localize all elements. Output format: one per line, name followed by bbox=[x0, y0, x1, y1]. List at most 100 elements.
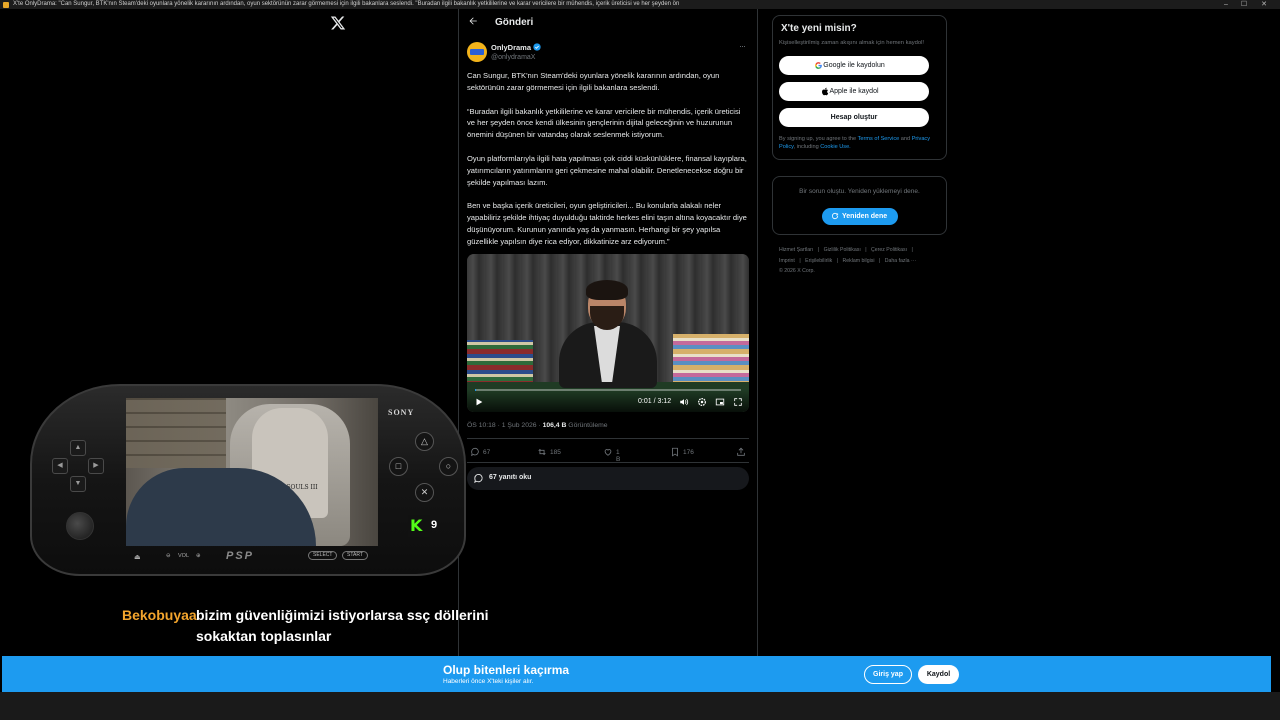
read-replies-button[interactable]: 67 yanıtı oku bbox=[467, 467, 749, 490]
footer-link-ads-info[interactable]: Reklam bilgisi bbox=[842, 258, 874, 264]
psp-logo: PSP bbox=[226, 550, 255, 562]
picture-in-picture-icon[interactable] bbox=[715, 397, 725, 407]
retry-label: Yeniden dene bbox=[842, 213, 888, 220]
footer-link-imprint[interactable]: Imprint bbox=[779, 258, 795, 264]
google-icon bbox=[815, 62, 822, 69]
terms-of-service-link[interactable]: Terms of Service bbox=[858, 136, 900, 142]
footer-links: Hizmet Şartları | Gizlilik Politikası | … bbox=[779, 245, 944, 277]
verified-badge-icon bbox=[533, 43, 541, 51]
signup-title: X'te yeni misin? bbox=[781, 23, 857, 34]
dpad-left-icon: ◀ bbox=[52, 458, 68, 474]
dpad-up-icon: ▲ bbox=[70, 440, 86, 456]
terms-including: , including bbox=[793, 143, 821, 150]
back-arrow-icon[interactable] bbox=[468, 16, 478, 26]
minimize-button[interactable]: – bbox=[1217, 0, 1235, 9]
footer-link-accessibility[interactable]: Erişilebilirlik bbox=[805, 258, 832, 264]
chat-username: Bekobuyaa bbox=[122, 607, 197, 623]
footer-copyright: © 2026 X Corp. bbox=[779, 268, 815, 274]
reply-count: 67 bbox=[483, 449, 491, 456]
more-options-icon[interactable]: ··· bbox=[739, 41, 746, 51]
footer-link-more[interactable]: Daha fazla ··· bbox=[885, 258, 916, 264]
volume-icon[interactable] bbox=[679, 397, 689, 407]
read-replies-label: 67 yanıtı oku bbox=[489, 474, 532, 481]
apple-signup-button[interactable]: Apple ile kaydol bbox=[779, 82, 929, 101]
chat-message-line: bizim güvenliğimizi istiyorlarsa ssç döl… bbox=[196, 607, 489, 623]
apple-signup-label: Apple ile kaydol bbox=[829, 88, 879, 95]
page-title: Gönderi bbox=[495, 17, 534, 28]
circle-button-icon: ○ bbox=[439, 457, 458, 476]
maximize-button[interactable]: ☐ bbox=[1235, 0, 1253, 9]
footer-separator: | bbox=[878, 257, 881, 264]
view-label: Görüntüleme bbox=[566, 422, 608, 429]
psp-webcam-overlay: DARK SOULS III SONY ▲ ◀ ▶ ▼ △ □ ○ ✕ K 9 … bbox=[30, 384, 466, 576]
signup-button[interactable]: Kaydol bbox=[918, 665, 959, 684]
chat-message-line: sokaktan toplasınlar bbox=[196, 628, 332, 644]
app-icon bbox=[3, 2, 9, 8]
error-message: Bir sorun oluştu. Yeniden yüklemeyi dene… bbox=[799, 188, 920, 195]
square-button-icon: □ bbox=[389, 457, 408, 476]
footer-separator: | bbox=[911, 247, 913, 253]
google-signup-button[interactable]: Google ile kaydolun bbox=[779, 56, 929, 75]
bookmark-count: 176 bbox=[683, 449, 694, 456]
psp-brand: SONY bbox=[388, 408, 415, 417]
kick-logo-icon: K bbox=[408, 515, 430, 537]
footer-separator: | bbox=[865, 247, 867, 253]
volume-minus-icon: ⊖ bbox=[166, 553, 171, 559]
banner-title: Olup bitenleri kaçırma bbox=[443, 663, 570, 677]
settings-gear-icon[interactable] bbox=[697, 397, 707, 407]
apple-icon bbox=[821, 87, 829, 96]
video-progress-bar[interactable] bbox=[475, 389, 741, 391]
speech-bubble-icon bbox=[474, 473, 483, 484]
footer-link-terms[interactable]: Hizmet Şartları bbox=[779, 247, 813, 253]
share-icon bbox=[737, 447, 745, 456]
divider bbox=[467, 462, 749, 463]
retry-button[interactable]: Yeniden dene bbox=[822, 208, 898, 225]
footer-link-cookies[interactable]: Çerez Politikası bbox=[871, 247, 907, 253]
error-card bbox=[772, 176, 947, 235]
terms-prefix: By signing up, you agree to the bbox=[779, 136, 858, 142]
analog-stick-icon bbox=[66, 512, 94, 540]
cookie-use-link[interactable]: Cookie Use. bbox=[820, 144, 850, 150]
repost-count: 185 bbox=[550, 449, 561, 456]
window-titlebar: X'te OnlyDrama: "Can Sungur, BTK'nın Ste… bbox=[0, 0, 1280, 9]
tweet-text: Can Sungur, BTK'nın Steam'deki oyunlara … bbox=[467, 70, 749, 260]
reply-icon bbox=[471, 447, 479, 457]
terms-text: By signing up, you agree to the Terms of… bbox=[779, 136, 939, 151]
dpad-down-icon: ▼ bbox=[70, 476, 86, 492]
bookmark-icon bbox=[672, 447, 678, 457]
tweet-paragraph: Ben ve başka içerik üreticileri, oyun ge… bbox=[467, 201, 747, 247]
author-name[interactable]: OnlyDrama bbox=[491, 43, 531, 52]
volume-plus-icon: ⊕ bbox=[196, 553, 201, 559]
webcam-feed: DARK SOULS III bbox=[126, 398, 378, 546]
heart-icon bbox=[604, 449, 612, 456]
signup-subtitle: Kişiselleştirilmiş zaman akışını almak i… bbox=[779, 40, 924, 46]
avatar[interactable] bbox=[467, 42, 487, 62]
play-icon[interactable] bbox=[474, 397, 484, 407]
psp-bottom-bar: ⏏ ⊖ VOL ⊕ PSP SELECT START bbox=[126, 550, 378, 566]
google-signup-label: Google ile kaydolun bbox=[823, 62, 885, 69]
refresh-icon bbox=[831, 212, 839, 220]
select-button-label: SELECT bbox=[308, 551, 338, 560]
video-time: 0:01 / 3:12 bbox=[638, 398, 672, 405]
taskbar-strip bbox=[0, 692, 1280, 720]
x-logo-icon[interactable] bbox=[330, 15, 346, 31]
start-button-label: START bbox=[342, 551, 368, 560]
footer-separator: | bbox=[836, 257, 839, 264]
cross-button-icon: ✕ bbox=[415, 483, 434, 502]
footer-link-privacy[interactable]: Gizlilik Politikası bbox=[824, 247, 861, 253]
footer-separator: | bbox=[799, 257, 801, 264]
tweet-paragraph: Can Sungur, BTK'nın Steam'deki oyunlara … bbox=[467, 71, 720, 92]
repost-icon bbox=[538, 448, 546, 456]
fullscreen-icon[interactable] bbox=[733, 397, 743, 407]
window-title: X'te OnlyDrama: "Can Sungur, BTK'nın Ste… bbox=[13, 1, 680, 7]
tweet-timestamp[interactable]: ÖS 10:18 · 1 Şub 2026 · bbox=[467, 422, 543, 429]
kick-letter: K bbox=[410, 516, 423, 535]
divider bbox=[467, 438, 749, 439]
playstation-icon: ⏏ bbox=[134, 554, 141, 561]
triangle-button-icon: △ bbox=[415, 432, 434, 451]
video-player[interactable]: 0:01 / 3:12 bbox=[467, 254, 749, 412]
author-handle[interactable]: @onlydramaX bbox=[491, 54, 535, 61]
create-account-button[interactable]: Hesap oluştur bbox=[779, 108, 929, 127]
close-window-button[interactable]: ✕ bbox=[1255, 0, 1273, 9]
login-button[interactable]: Giriş yap bbox=[864, 665, 912, 684]
